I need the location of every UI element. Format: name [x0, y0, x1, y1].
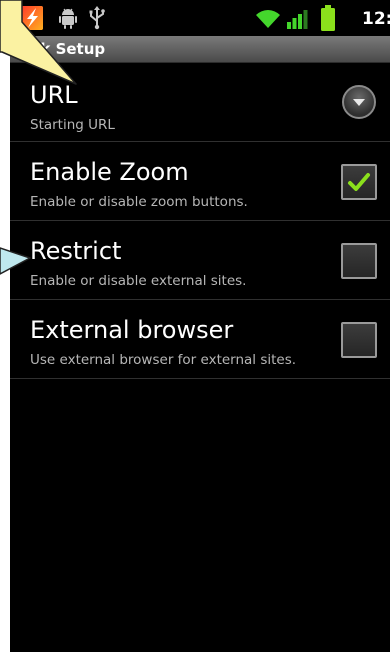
preference-list: URL Starting URL Enable Zoom Enable or d…	[10, 63, 390, 379]
preference-summary: Starting URL	[30, 117, 115, 133]
usb-icon	[88, 6, 106, 34]
restrict-checkbox[interactable]	[341, 243, 377, 279]
signal-icon	[286, 8, 308, 34]
status-time: 12:48	[362, 9, 390, 29]
preference-restrict[interactable]: Restrict Enable or disable external site…	[10, 221, 390, 300]
phone-screen: 12:48 iosk Setup URL Starting URL Enable…	[10, 0, 390, 652]
preference-summary: Use external browser for external sites.	[30, 352, 297, 368]
battery-icon	[320, 5, 336, 36]
title-bar: iosk Setup	[10, 36, 390, 63]
preference-title: Restrict	[30, 237, 122, 265]
wifi-icon	[254, 8, 282, 34]
preference-title: URL	[30, 81, 78, 109]
preference-external-browser[interactable]: External browser Use external browser fo…	[10, 300, 390, 379]
preference-summary: Enable or disable external sites.	[30, 273, 247, 289]
android-debug-icon	[58, 7, 78, 33]
external-browser-checkbox[interactable]	[341, 322, 377, 358]
page-title: iosk Setup	[16, 40, 106, 58]
preference-title: Enable Zoom	[30, 158, 189, 186]
status-bar: 12:48	[10, 0, 390, 36]
preference-url[interactable]: URL Starting URL	[10, 63, 390, 142]
check-icon	[348, 173, 370, 191]
chevron-down-icon[interactable]	[342, 85, 376, 119]
enable-zoom-checkbox[interactable]	[341, 164, 377, 200]
preference-enable-zoom[interactable]: Enable Zoom Enable or disable zoom butto…	[10, 142, 390, 221]
flash-app-icon	[20, 5, 44, 35]
preference-title: External browser	[30, 316, 234, 344]
preference-summary: Enable or disable zoom buttons.	[30, 194, 248, 210]
screenshot-canvas: 12:48 iosk Setup URL Starting URL Enable…	[0, 0, 390, 652]
